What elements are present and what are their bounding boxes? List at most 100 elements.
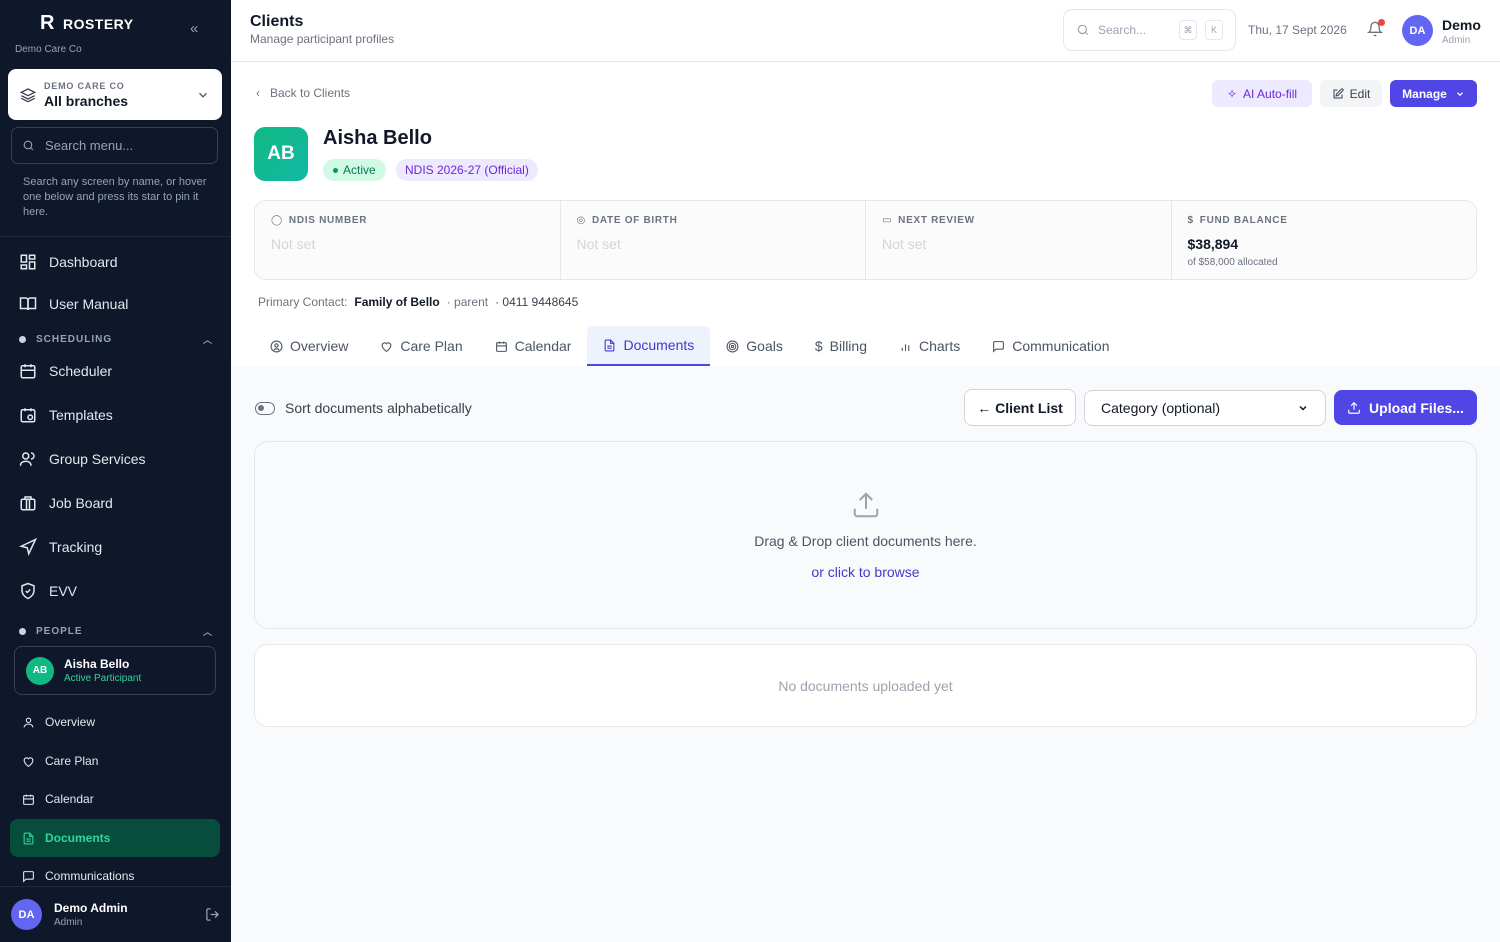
subnav-calendar[interactable]: Calendar <box>10 780 220 818</box>
shield-icon: ◯ <box>271 215 283 226</box>
collapse-sidebar-icon[interactable]: « <box>190 20 198 37</box>
section-people[interactable]: PEOPLE ︿ <box>19 625 213 638</box>
nav-templates[interactable]: Templates <box>10 396 220 434</box>
browse-link[interactable]: or click to browse <box>255 564 1476 580</box>
tab-billing[interactable]: $ Billing <box>799 326 883 366</box>
tab-goals[interactable]: Goals <box>710 326 799 366</box>
empty-documents: No documents uploaded yet <box>254 644 1477 727</box>
sidebar: R ROSTERY « Demo Care Co DEMO CARE CO Al… <box>0 0 231 942</box>
current-client-card[interactable]: AB Aisha Bello Active Participant <box>14 646 216 695</box>
nav-tracking[interactable]: Tracking <box>10 528 220 566</box>
stat-value: Not set <box>882 236 927 252</box>
tab-label: Documents <box>623 337 695 353</box>
stat-dob: ◎ DATE OF BIRTH Not set <box>561 201 866 279</box>
tab-label: Calendar <box>514 338 572 354</box>
topbar: Clients Manage participant profiles Sear… <box>231 0 1500 62</box>
tab-label: Care Plan <box>400 338 463 354</box>
back-label: Back to Clients <box>270 86 351 100</box>
ai-autofill-label: AI Auto-fill <box>1243 86 1298 101</box>
edit-button[interactable]: Edit <box>1320 80 1382 107</box>
nav-label: Group Services <box>49 451 146 467</box>
branch-org-label: DEMO CARE CO <box>44 80 125 91</box>
section-scheduling[interactable]: SCHEDULING ︿ <box>19 333 213 346</box>
tab-label: Billing <box>829 338 867 354</box>
file-text-icon <box>23 832 34 844</box>
stat-note: of $58,000 allocated <box>1187 257 1278 268</box>
tab-overview[interactable]: Overview <box>254 326 364 366</box>
contact-label: Primary Contact: <box>258 295 348 309</box>
tab-charts[interactable]: Charts <box>883 326 976 366</box>
manage-button[interactable]: Manage <box>1390 80 1477 107</box>
chevron-up-icon: ︿ <box>202 627 213 637</box>
file-text-icon <box>605 339 615 351</box>
layers-icon <box>20 87 36 102</box>
subnav-care-plan[interactable]: Care Plan <box>10 742 220 780</box>
heart-icon <box>381 341 392 352</box>
dashboard-icon <box>20 254 36 270</box>
message-square-icon <box>993 340 1005 353</box>
branch-selector[interactable]: DEMO CARE CO All branches <box>8 69 222 120</box>
stat-label: DATE OF BIRTH <box>591 215 678 226</box>
profile-tabs: Overview Care Plan Calendar Documents Go… <box>254 326 1126 366</box>
client-card-name: Aisha Bello <box>64 657 130 671</box>
client-name: Aisha Bello <box>323 127 432 149</box>
menu-search-input[interactable]: Search menu... <box>11 127 218 164</box>
nav-dashboard[interactable]: Dashboard <box>10 243 220 281</box>
category-select[interactable]: Category (optional) <box>1084 390 1326 426</box>
nav-label: Job Board <box>49 495 113 511</box>
tab-calendar[interactable]: Calendar <box>479 326 588 366</box>
sort-toggle[interactable]: Sort documents alphabetically <box>255 400 472 416</box>
nav-label: Tracking <box>49 539 103 555</box>
tab-care-plan[interactable]: Care Plan <box>364 326 478 366</box>
user-circle-icon <box>270 340 283 352</box>
documents-panel: Sort documents alphabetically ← Client L… <box>231 366 1500 942</box>
nav-scheduler[interactable]: Scheduler <box>10 352 220 390</box>
avatar: DA <box>11 899 42 930</box>
stat-label: FUND BALANCE <box>1199 215 1288 226</box>
kbd-k: K <box>1205 20 1223 40</box>
nav-job-board[interactable]: Job Board <box>10 484 220 522</box>
search-icon <box>1077 24 1089 36</box>
global-search-input[interactable]: Search... ⌘ K <box>1063 9 1236 51</box>
heart-icon <box>23 756 34 767</box>
contact-name: Family of Bello <box>354 295 440 309</box>
sidebar-user[interactable]: DA Demo Admin Admin <box>0 886 231 942</box>
avatar: AB <box>26 656 54 685</box>
stats-panel: ◯ NDIS NUMBER Not set ◎ DATE OF BIRTH Not … <box>254 200 1477 280</box>
tab-documents[interactable]: Documents <box>587 326 711 366</box>
user-icon <box>23 717 34 727</box>
tab-communication[interactable]: Communication <box>976 326 1125 366</box>
user-name[interactable]: Demo <box>1442 17 1481 33</box>
logout-icon[interactable] <box>205 907 220 922</box>
client-list-button[interactable]: ← Client List <box>964 389 1076 426</box>
chevron-left-icon: ‹ <box>256 86 260 100</box>
category-value: Category (optional) <box>1101 400 1221 416</box>
subnav-overview[interactable]: Overview <box>10 703 220 741</box>
edit-icon <box>1333 87 1344 98</box>
search-icon <box>23 140 34 151</box>
menu-search-help: Search any screen by name, or hover one … <box>23 176 207 218</box>
chevron-down-icon <box>1456 91 1463 96</box>
users-icon <box>19 452 35 466</box>
bar-chart-icon <box>901 343 910 351</box>
ai-autofill-button[interactable]: ✧ AI Auto-fill <box>1212 80 1312 107</box>
upload-files-button[interactable]: Upload Files... <box>1334 390 1477 425</box>
brand-logo[interactable]: R ROSTERY <box>40 12 134 35</box>
upload-icon <box>853 492 879 518</box>
dollar-icon: $ <box>1187 215 1194 226</box>
brand-name: ROSTERY <box>62 15 134 32</box>
avatar[interactable]: DA <box>1402 15 1433 46</box>
file-dropzone[interactable]: Drag & Drop client documents here. or cl… <box>254 441 1477 629</box>
nav-evv[interactable]: EVV <box>10 572 220 610</box>
nav-group-services[interactable]: Group Services <box>10 440 220 478</box>
user-name: Demo Admin <box>54 901 128 915</box>
toggle-icon[interactable] <box>255 401 275 415</box>
plan-badge: NDIS 2026-27 (Official) <box>396 159 538 181</box>
status-label: Active <box>343 163 376 177</box>
nav-user-manual[interactable]: User Manual <box>10 285 220 323</box>
target-icon <box>726 340 739 352</box>
subnav-documents[interactable]: Documents <box>10 819 220 857</box>
back-to-clients-link[interactable]: ‹ Back to Clients <box>256 86 350 100</box>
org-name: Demo Care Co <box>15 44 82 55</box>
calendar-clock-icon <box>20 408 36 423</box>
